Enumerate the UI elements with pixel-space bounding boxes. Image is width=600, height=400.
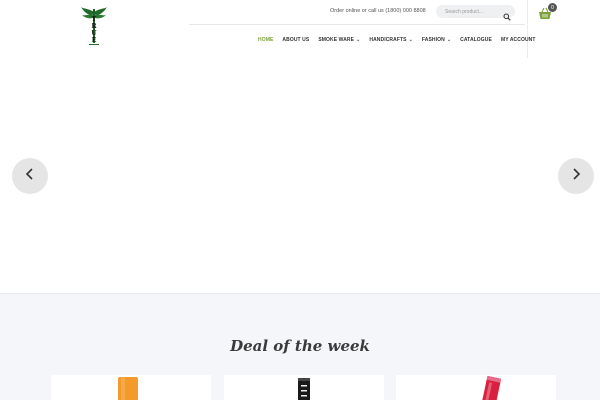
chevron-down-icon: ⌄ [446,37,452,43]
product-card[interactable] [396,375,556,400]
black-bong-product [298,378,310,400]
search-input[interactable] [445,8,501,15]
chevron-right-icon [571,167,581,185]
nav-item-home[interactable]: HOME [258,37,273,43]
order-contact-text: Order online or call us (1800) 000 8808 [330,8,426,14]
svg-text:E: E [92,37,97,44]
svg-text:R: R [92,23,98,30]
nav-item-label: HANDICRAFTS [369,37,407,43]
product-card[interactable] [224,375,384,400]
nav-item-label: MY ACCOUNT [500,37,536,43]
header-vertical-divider [527,0,528,58]
deal-of-the-week-section: Deal of the week [0,294,600,400]
section-title: Deal of the week [230,337,370,355]
product-card[interactable] [51,375,211,400]
slider-next-button[interactable] [558,158,594,194]
cart-count-badge: 0 [548,3,557,12]
main-nav: HOME ABOUT US SMOKE WARE ⌄ HANDICRAFTS ⌄… [258,37,536,43]
hero-slider [0,58,600,294]
search-icon[interactable] [503,8,511,21]
chevron-down-icon: ⌄ [408,37,413,43]
nav-item-label: FASHION [421,37,445,43]
red-bong-product [481,375,502,400]
nav-item-label: ABOUT US [282,37,310,43]
svg-text:U: U [91,30,97,37]
orange-bottle-product [118,377,138,400]
nav-item-catalogue[interactable]: CATALOGUE [460,37,492,43]
nav-item-about-us[interactable]: ABOUT US [282,37,309,43]
site-logo[interactable]: T R U E [80,6,108,46]
nav-item-label: SMOKE WARE [318,37,355,43]
nav-item-fashion[interactable]: FASHION ⌄ [422,37,451,43]
nav-item-label: HOME [258,37,274,43]
nav-item-my-account[interactable]: MY ACCOUNT [501,37,536,43]
chevron-down-icon: ⌄ [356,37,361,43]
header-divider [189,24,525,25]
chevron-left-icon [25,167,35,185]
nav-item-handicrafts[interactable]: HANDICRAFTS ⌄ [369,37,413,43]
search-box [436,5,515,21]
page: T R U E Order online or call us (1800) 0… [0,0,600,400]
nav-item-smoke-ware[interactable]: SMOKE WARE ⌄ [318,37,360,43]
slider-prev-button[interactable] [12,158,48,194]
svg-text:T: T [92,16,97,23]
nav-item-label: CATALOGUE [460,37,492,43]
